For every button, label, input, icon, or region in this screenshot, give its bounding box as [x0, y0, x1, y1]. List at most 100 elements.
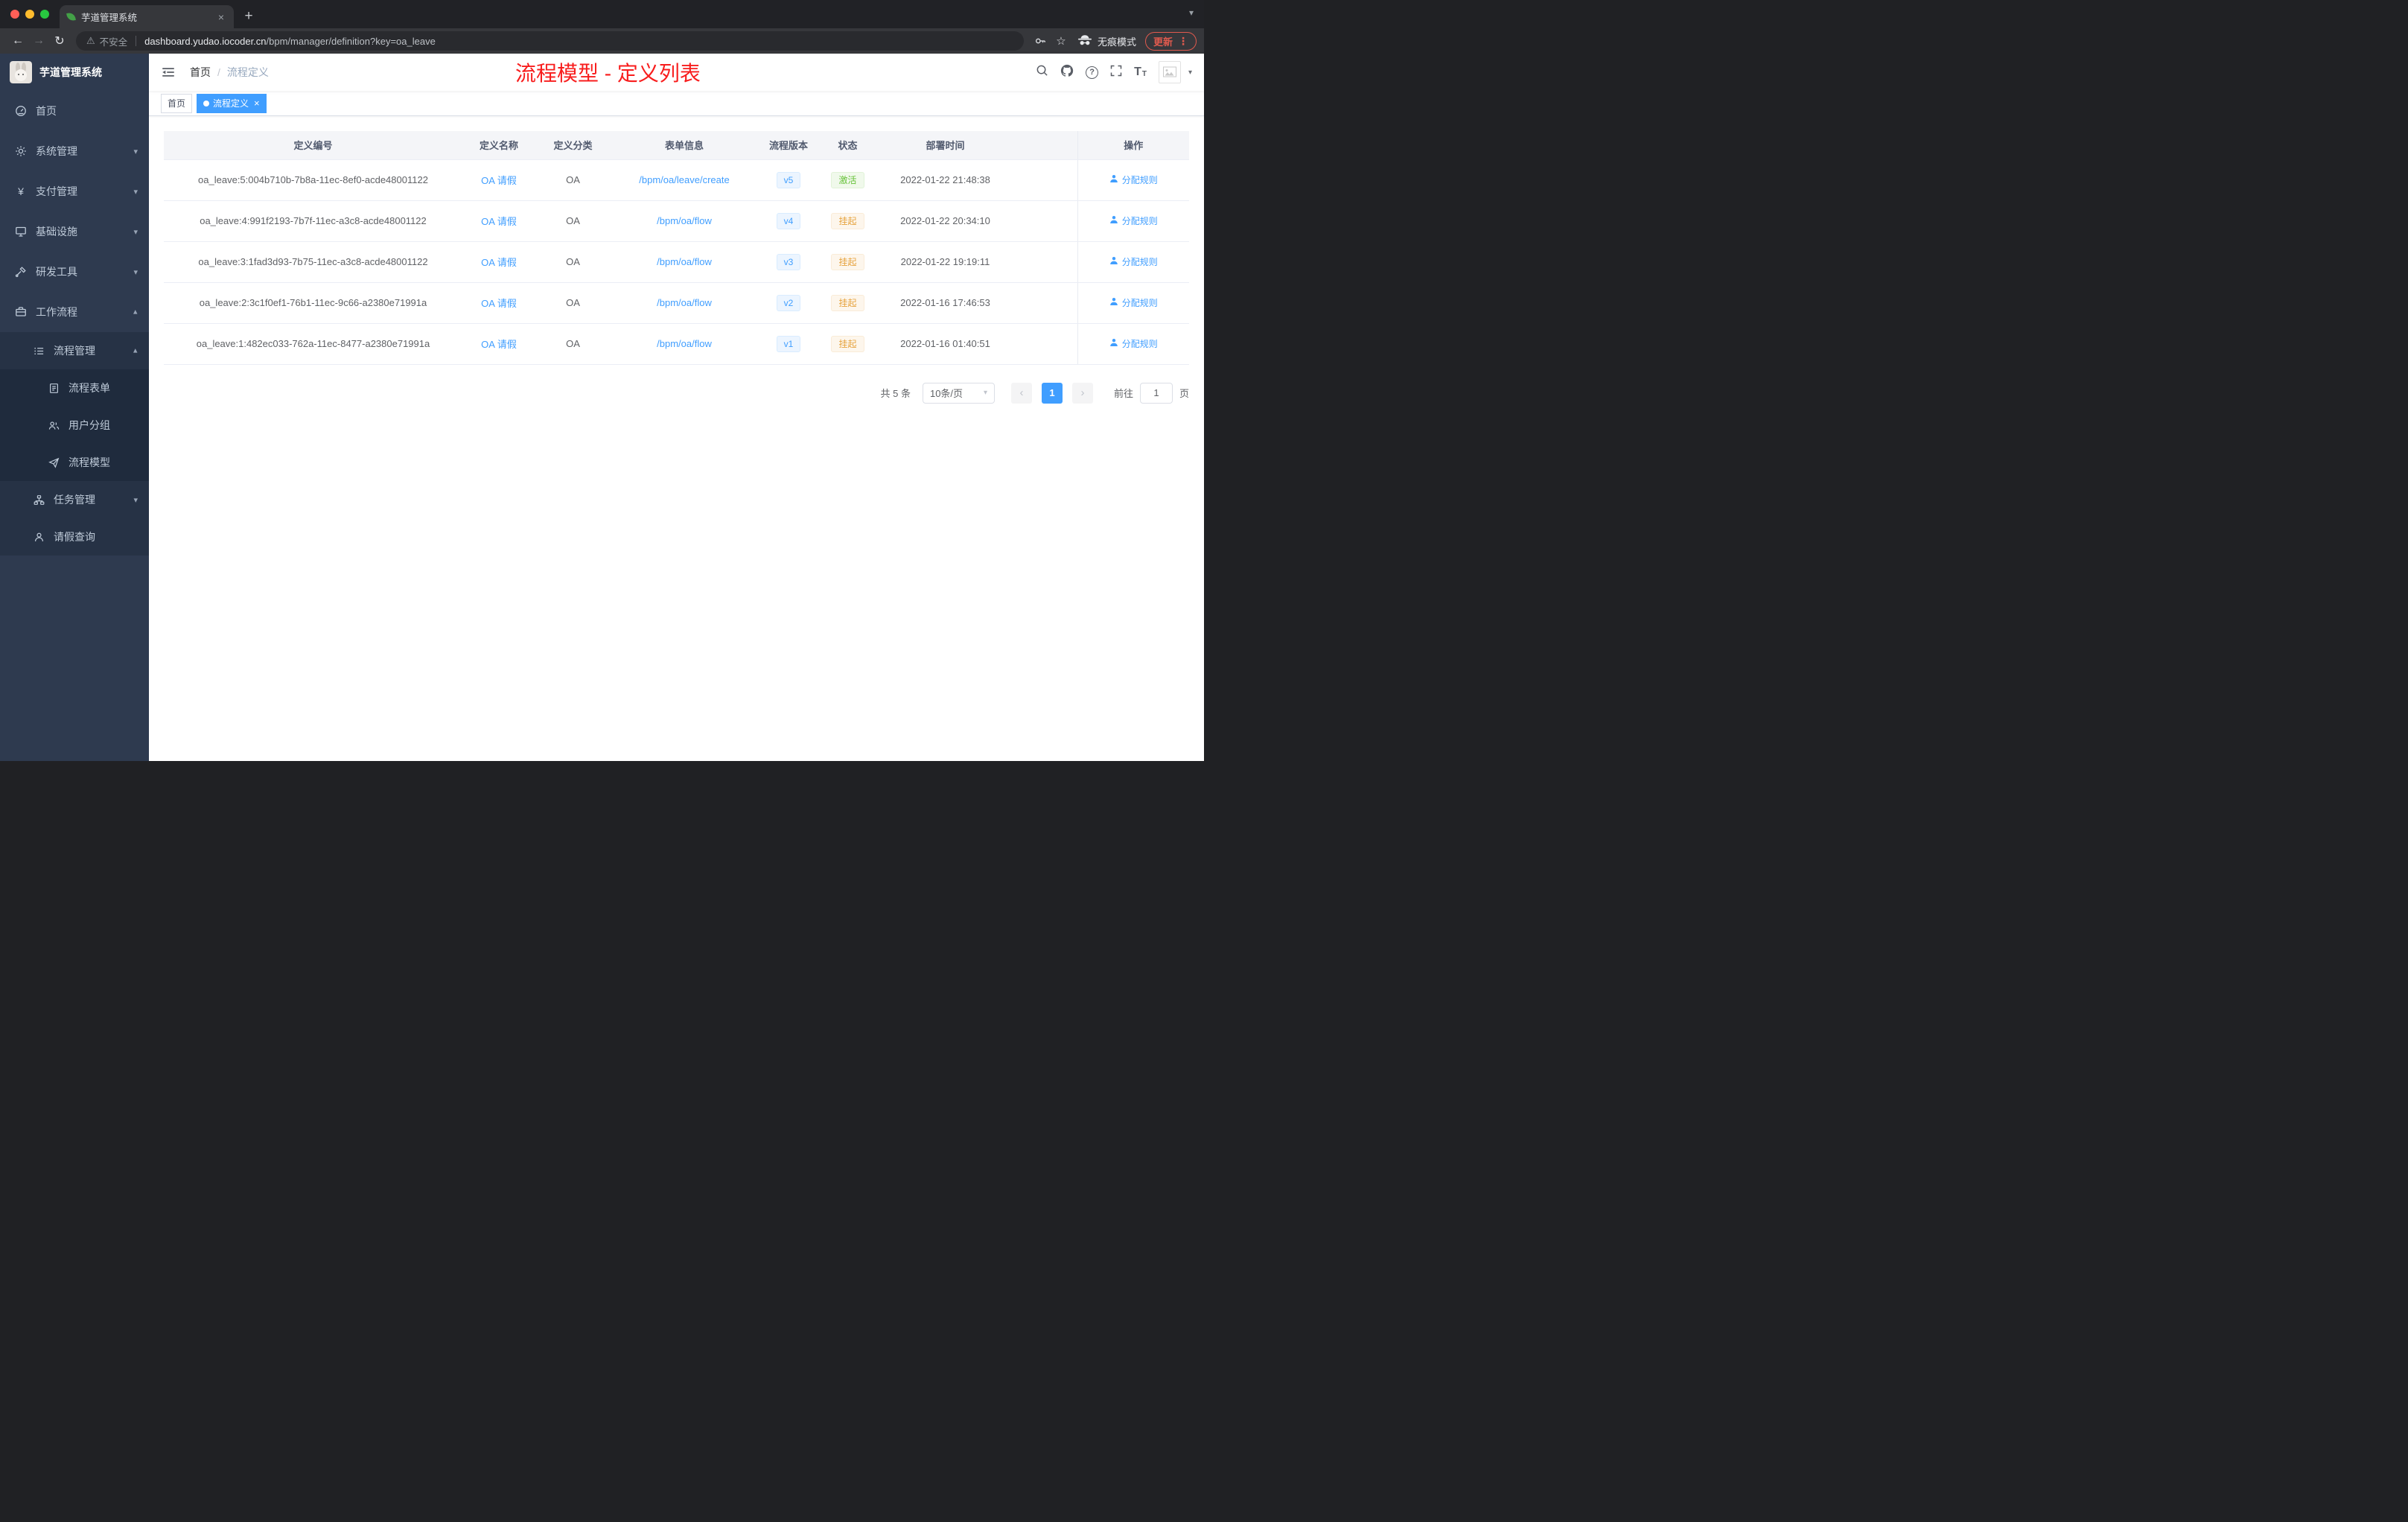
- deploy-time: 2022-01-22 20:34:10: [876, 200, 1014, 242]
- sidebar-item-label: 基础设施: [36, 226, 77, 238]
- assign-rule-link[interactable]: 分配规则: [1109, 214, 1158, 227]
- filler-cell: [1014, 241, 1078, 283]
- sidebar-item-workflow[interactable]: 工作流程 ▾: [0, 292, 149, 332]
- main-area: 首页 / 流程定义 流程模型 - 定义列表 ? T T ▾ 首页 流程定义 × …: [149, 54, 1204, 761]
- sidebar-item-label: 系统管理: [36, 145, 77, 157]
- top-navbar: 首页 / 流程定义 流程模型 - 定义列表 ? T T ▾: [149, 54, 1204, 91]
- browser-toolbar: ← → ↻ ⚠ 不安全 dashboard.yudao.iocoder.cn/b…: [0, 28, 1204, 54]
- help-icon[interactable]: ?: [1086, 66, 1099, 79]
- font-size-icon[interactable]: TT: [1134, 66, 1147, 78]
- sidebar-item-devtools[interactable]: 研发工具 ▾: [0, 252, 149, 292]
- collapse-sidebar-icon[interactable]: [161, 64, 177, 80]
- user-icon: [1109, 338, 1118, 349]
- sidebar-item-system[interactable]: 系统管理 ▾: [0, 131, 149, 171]
- sidebar-item-payment[interactable]: ¥ 支付管理 ▾: [0, 171, 149, 211]
- page-number-active[interactable]: 1: [1041, 382, 1063, 404]
- browser-tab[interactable]: 芋道管理系统 ×: [60, 5, 234, 28]
- prev-page-button[interactable]: ‹: [1010, 382, 1032, 404]
- breadcrumb: 首页 / 流程定义: [190, 65, 269, 80]
- tag-close-icon[interactable]: ×: [254, 98, 260, 109]
- app-logo[interactable]: 芋道管理系统: [0, 54, 149, 91]
- next-page-button[interactable]: ›: [1071, 382, 1093, 404]
- definition-name-link[interactable]: OA 请假: [481, 175, 517, 186]
- assign-rule-link[interactable]: 分配规则: [1109, 173, 1158, 186]
- key-icon[interactable]: [1030, 31, 1051, 51]
- sidebar-item-process-forms[interactable]: 流程表单: [0, 369, 149, 407]
- definition-category: OA: [535, 159, 611, 201]
- page-title: 流程模型 - 定义列表: [515, 62, 701, 85]
- sidebar-item-label: 流程模型: [69, 456, 110, 468]
- sidebar-item-infrastructure[interactable]: 基础设施 ▾: [0, 211, 149, 252]
- form-link[interactable]: /bpm/oa/flow: [657, 215, 712, 226]
- avatar-caret-icon[interactable]: ▾: [1188, 69, 1192, 77]
- tab-close-icon[interactable]: ×: [216, 11, 226, 23]
- status-badge: 挂起: [831, 212, 864, 229]
- form-link[interactable]: /bpm/oa/leave/create: [639, 174, 729, 185]
- filler-cell: [1014, 282, 1078, 324]
- new-tab-button[interactable]: +: [238, 6, 259, 27]
- sidebar-item-label: 流程管理: [54, 345, 95, 357]
- org-tree-icon: [33, 494, 45, 506]
- definition-name-link[interactable]: OA 请假: [481, 257, 517, 268]
- definition-category: OA: [535, 282, 611, 324]
- briefcase-icon: [15, 306, 27, 318]
- update-button[interactable]: 更新 ⋮: [1144, 31, 1197, 51]
- avatar[interactable]: [1158, 61, 1181, 83]
- definition-name-link[interactable]: OA 请假: [481, 339, 517, 350]
- bookmark-star-icon[interactable]: ☆: [1051, 31, 1071, 51]
- deploy-time: 2022-01-16 01:40:51: [876, 323, 1014, 365]
- form-link[interactable]: /bpm/oa/flow: [657, 297, 712, 308]
- table-row: oa_leave:5:004b710b-7b8a-11ec-8ef0-acde4…: [164, 159, 1189, 201]
- back-button[interactable]: ←: [7, 31, 28, 51]
- fullscreen-icon[interactable]: [1110, 65, 1122, 80]
- definition-name-link[interactable]: OA 请假: [481, 216, 517, 227]
- person-icon: [33, 531, 45, 543]
- address-bar[interactable]: ⚠ 不安全 dashboard.yudao.iocoder.cn/bpm/man…: [76, 31, 1024, 51]
- sidebar-item-process-management[interactable]: 流程管理 ▾: [0, 332, 149, 369]
- tag-process-definition[interactable]: 流程定义 ×: [197, 93, 267, 113]
- sidebar-item-user-groups[interactable]: 用户分组: [0, 407, 149, 444]
- assign-rule-link[interactable]: 分配规则: [1109, 337, 1158, 350]
- form-link[interactable]: /bpm/oa/flow: [657, 338, 712, 349]
- sidebar-item-label: 用户分组: [69, 419, 110, 431]
- sidebar-item-leave-query[interactable]: 请假查询: [0, 518, 149, 555]
- filler-cell: [1014, 200, 1078, 242]
- breadcrumb-home[interactable]: 首页: [190, 65, 211, 80]
- tag-home[interactable]: 首页: [161, 93, 193, 113]
- definition-category: OA: [535, 200, 611, 242]
- forward-button[interactable]: →: [28, 31, 49, 51]
- goto-page-input[interactable]: [1139, 382, 1173, 404]
- definition-id: oa_leave:3:1fad3d93-7b75-11ec-a3c8-acde4…: [164, 241, 462, 283]
- menu-dots-icon[interactable]: ⋮: [1178, 35, 1188, 48]
- sidebar-item-process-models[interactable]: 流程模型: [0, 444, 149, 481]
- security-indicator[interactable]: ⚠ 不安全: [86, 34, 127, 48]
- definition-name-link[interactable]: OA 请假: [481, 298, 517, 309]
- sidebar-item-label: 请假查询: [54, 531, 95, 543]
- definition-id: oa_leave:2:3c1f0ef1-76b1-11ec-9c66-a2380…: [164, 282, 462, 324]
- window-zoom-button[interactable]: [40, 10, 49, 19]
- assign-rule-link[interactable]: 分配规则: [1109, 296, 1158, 309]
- tab-search-chevron-icon[interactable]: ▾: [1189, 7, 1194, 18]
- chevron-down-icon: ▾: [133, 147, 138, 156]
- search-icon[interactable]: [1036, 64, 1048, 80]
- sidebar-item-label: 支付管理: [36, 185, 77, 197]
- col-version: 流程版本: [758, 131, 819, 160]
- chevron-down-icon: ▾: [133, 495, 138, 505]
- github-icon[interactable]: [1060, 64, 1074, 81]
- table-row: oa_leave:2:3c1f0ef1-76b1-11ec-9c66-a2380…: [164, 282, 1189, 324]
- window-minimize-button[interactable]: [25, 10, 34, 19]
- navbar-actions: ? TT ▾: [1036, 61, 1192, 83]
- goto-label: 前往: [1113, 388, 1133, 399]
- form-link[interactable]: /bpm/oa/flow: [657, 256, 712, 267]
- refresh-button[interactable]: ↻: [49, 31, 70, 51]
- definition-id: oa_leave:4:991f2193-7b7f-11ec-a3c8-acde4…: [164, 200, 462, 242]
- assign-rule-link[interactable]: 分配规则: [1109, 255, 1158, 268]
- sidebar-item-home[interactable]: 首页: [0, 91, 149, 131]
- version-badge: v2: [776, 294, 801, 311]
- window-close-button[interactable]: [10, 10, 19, 19]
- sidebar-item-task-management[interactable]: 任务管理 ▾: [0, 481, 149, 518]
- sidebar-item-label: 流程表单: [69, 382, 110, 394]
- page-size-select[interactable]: 10条/页 ▾: [922, 382, 995, 404]
- chevron-up-icon: ▾: [133, 346, 138, 355]
- sidebar-item-label: 研发工具: [36, 266, 77, 278]
